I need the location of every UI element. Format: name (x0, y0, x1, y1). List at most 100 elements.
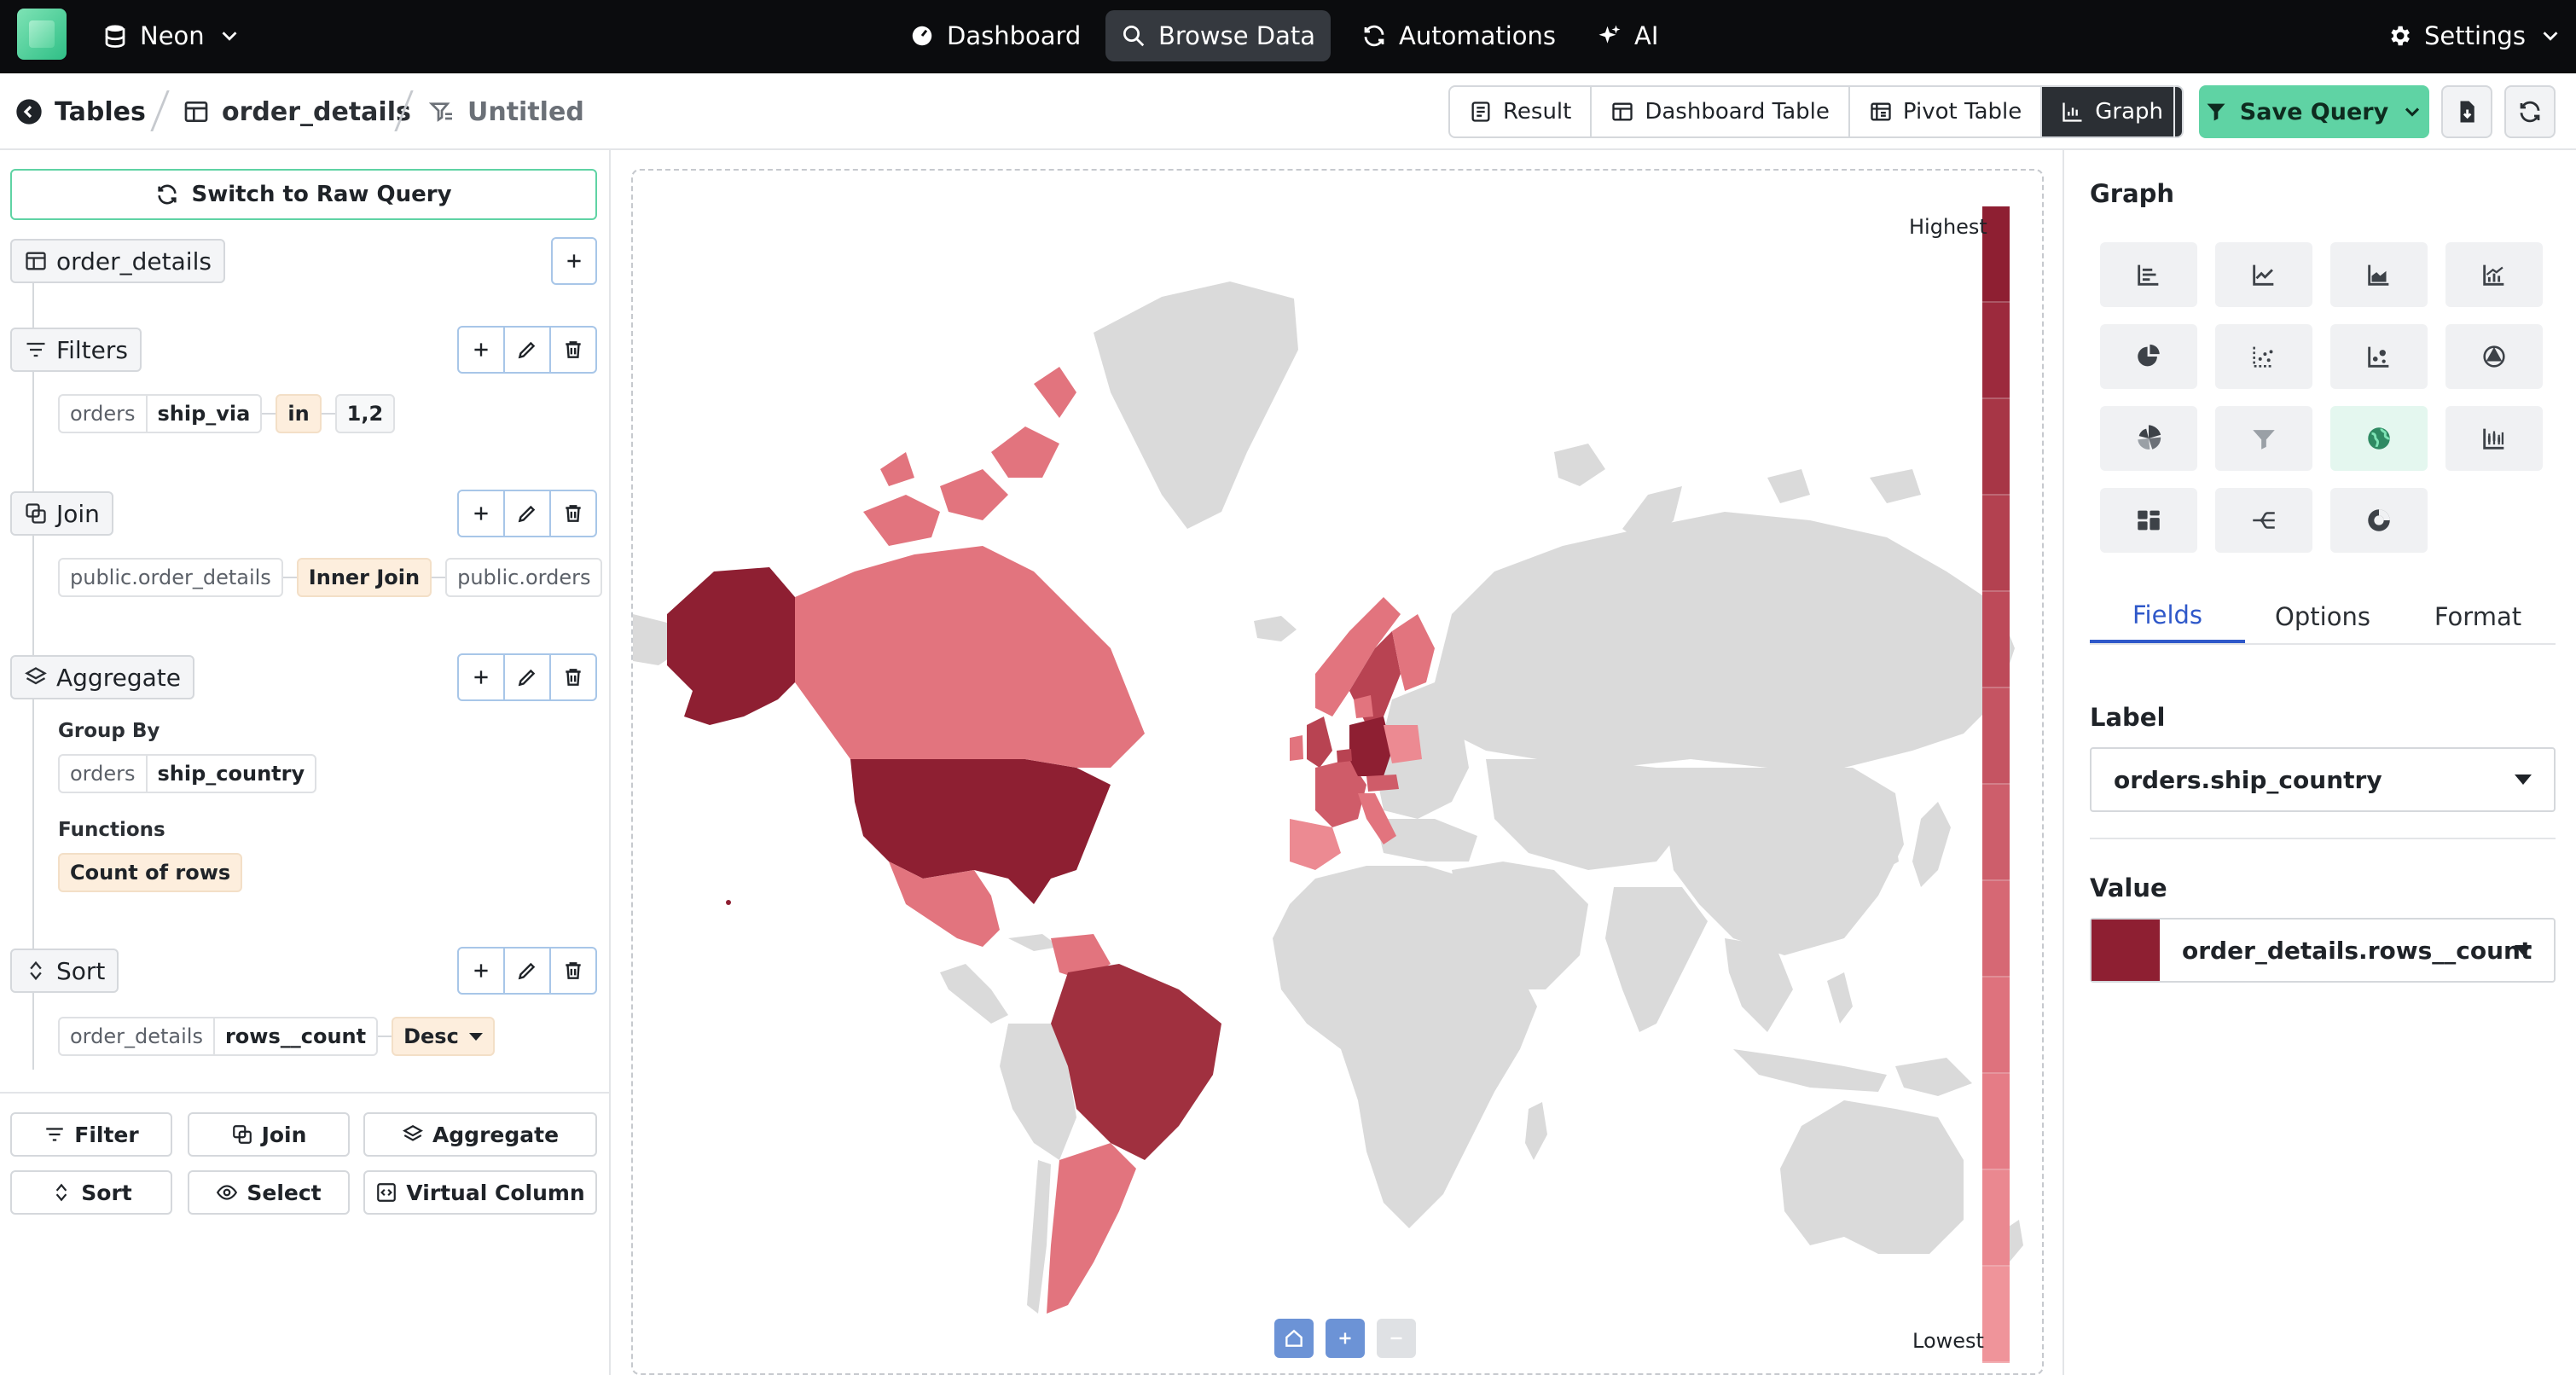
edit-filter-button[interactable] (505, 328, 551, 372)
graph-type-combo[interactable] (2445, 242, 2543, 307)
map-zoom-out-button[interactable] (1377, 1319, 1416, 1358)
label-field-select[interactable]: orders.ship_country (2090, 747, 2556, 812)
country-new-siberian[interactable] (1870, 469, 1921, 503)
group-by-column[interactable]: orders ship_country (58, 754, 317, 793)
sort-section[interactable]: Sort (10, 949, 119, 993)
graph-type-polar[interactable] (2100, 406, 2197, 471)
country-caribbean[interactable] (1008, 934, 1059, 951)
map-home-button[interactable] (1274, 1319, 1314, 1358)
graph-type-gauge[interactable] (2330, 488, 2428, 553)
graph-type-bar[interactable] (2100, 242, 2197, 307)
sort-condition[interactable]: order_details rows__count Desc (58, 1017, 495, 1056)
country-canada-islands[interactable] (863, 367, 1076, 546)
country-indonesia[interactable] (1733, 1049, 1887, 1092)
save-query-button[interactable]: Save Query (2199, 85, 2429, 138)
graph-type-radar[interactable] (2445, 324, 2543, 389)
country-svalbard[interactable] (1554, 444, 1605, 486)
filter-condition[interactable]: orders ship_via in 1,2 (58, 394, 396, 433)
country-central-america[interactable] (940, 964, 1008, 1024)
value-color-swatch[interactable] (2092, 920, 2160, 981)
delete-join-button[interactable] (551, 491, 595, 536)
country-australia[interactable] (1780, 1100, 1964, 1254)
edit-aggregate-button[interactable] (505, 655, 551, 699)
breadcrumb-table[interactable]: order_details (183, 94, 411, 130)
add-aggregate-button[interactable] (459, 655, 505, 699)
country-alaska[interactable] (667, 567, 795, 725)
value-field-select[interactable]: order_details.rows__count (2090, 918, 2556, 983)
graph-type-scatter[interactable] (2215, 324, 2312, 389)
country-finland[interactable] (1392, 614, 1435, 691)
join-section[interactable]: Join (10, 491, 113, 536)
nav-ai[interactable]: AI (1581, 10, 1674, 61)
country-chile[interactable] (1027, 1160, 1051, 1314)
refresh-button[interactable] (2504, 85, 2556, 138)
add-aggregate-step-button[interactable]: Aggregate (363, 1112, 597, 1157)
map-zoom-in-button[interactable] (1326, 1319, 1365, 1358)
country-austria[interactable] (1366, 775, 1399, 792)
add-filter-step-button[interactable]: Filter (10, 1112, 172, 1157)
export-button[interactable] (2441, 85, 2492, 138)
tab-graph-label: Graph (2095, 99, 2163, 125)
country-russia[interactable] (1435, 512, 2015, 768)
country-small-island[interactable] (726, 900, 731, 905)
country-new-guinea[interactable] (1895, 1058, 1972, 1096)
add-sort-button[interactable] (459, 949, 505, 993)
graph-type-candlestick[interactable] (2445, 406, 2543, 471)
breadcrumb-query[interactable]: Untitled (428, 94, 584, 130)
add-sort-step-button[interactable]: Sort (10, 1170, 172, 1215)
country-greenland[interactable] (1094, 281, 1298, 529)
tab-format[interactable]: Format (2400, 590, 2556, 643)
nav-dashboard[interactable]: Dashboard (894, 10, 1096, 61)
delete-aggregate-button[interactable] (551, 655, 595, 699)
country-india[interactable] (1605, 887, 1708, 1032)
switch-raw-query-button[interactable]: Switch to Raw Query (10, 169, 597, 220)
tab-pivot-table[interactable]: Pivot Table (1850, 87, 2043, 136)
country-iceland[interactable] (1254, 616, 1297, 641)
edit-join-button[interactable] (505, 491, 551, 536)
graph-type-pie[interactable] (2100, 324, 2197, 389)
breadcrumb-tables[interactable]: Tables (15, 94, 146, 130)
graph-type-funnel[interactable] (2215, 406, 2312, 471)
settings-menu[interactable]: Settings (2371, 10, 2576, 61)
source-table[interactable]: order_details (10, 239, 225, 283)
nav-browse-data[interactable]: Browse Data (1105, 10, 1332, 61)
country-belgium[interactable] (1337, 749, 1352, 763)
filters-section[interactable]: Filters (10, 328, 142, 372)
aggregate-function[interactable]: Count of rows (58, 853, 243, 892)
country-ireland[interactable] (1290, 735, 1303, 761)
add-join-step-button[interactable]: Join (188, 1112, 350, 1157)
country-japan[interactable] (1912, 802, 1951, 887)
country-severnaya[interactable] (1767, 469, 1810, 503)
select-columns-button[interactable]: Select (188, 1170, 350, 1215)
country-canada[interactable] (795, 546, 1145, 768)
graph-type-area[interactable] (2330, 242, 2428, 307)
virtual-column-button[interactable]: Virtual Column (363, 1170, 597, 1215)
tab-result[interactable]: Result (1450, 87, 1593, 136)
tab-dashboard-table[interactable]: Dashboard Table (1592, 87, 1850, 136)
tab-graph[interactable]: Graph (2042, 87, 2182, 136)
add-join-button[interactable] (459, 491, 505, 536)
nav-automations[interactable]: Automations (1346, 10, 1571, 61)
graph-type-map[interactable] (2330, 406, 2428, 471)
edit-sort-button[interactable] (505, 949, 551, 993)
country-philippines[interactable] (1827, 972, 1853, 1024)
add-filter-button[interactable] (459, 328, 505, 372)
delete-filter-button[interactable] (551, 328, 595, 372)
graph-type-sankey[interactable] (2215, 488, 2312, 553)
tab-fields[interactable]: Fields (2090, 590, 2245, 643)
country-madagascar[interactable] (1525, 1102, 1547, 1160)
join-condition[interactable]: public.order_details Inner Join public.o… (58, 558, 603, 597)
add-step-button[interactable] (551, 237, 597, 285)
tab-options[interactable]: Options (2245, 590, 2400, 643)
graph-type-line[interactable] (2215, 242, 2312, 307)
delete-sort-button[interactable] (551, 949, 595, 993)
country-united-kingdom[interactable] (1307, 717, 1332, 768)
app-logo[interactable] (17, 9, 67, 60)
graph-type-treemap[interactable] (2100, 488, 2197, 553)
country-argentina[interactable] (1047, 1143, 1136, 1314)
graph-type-bubble[interactable] (2330, 324, 2428, 389)
workspace-selector[interactable]: Neon (87, 10, 258, 61)
aggregate-section[interactable]: Aggregate (10, 655, 194, 699)
sort-direction-dropdown[interactable]: Desc (392, 1017, 495, 1056)
country-brazil[interactable] (1051, 964, 1221, 1160)
